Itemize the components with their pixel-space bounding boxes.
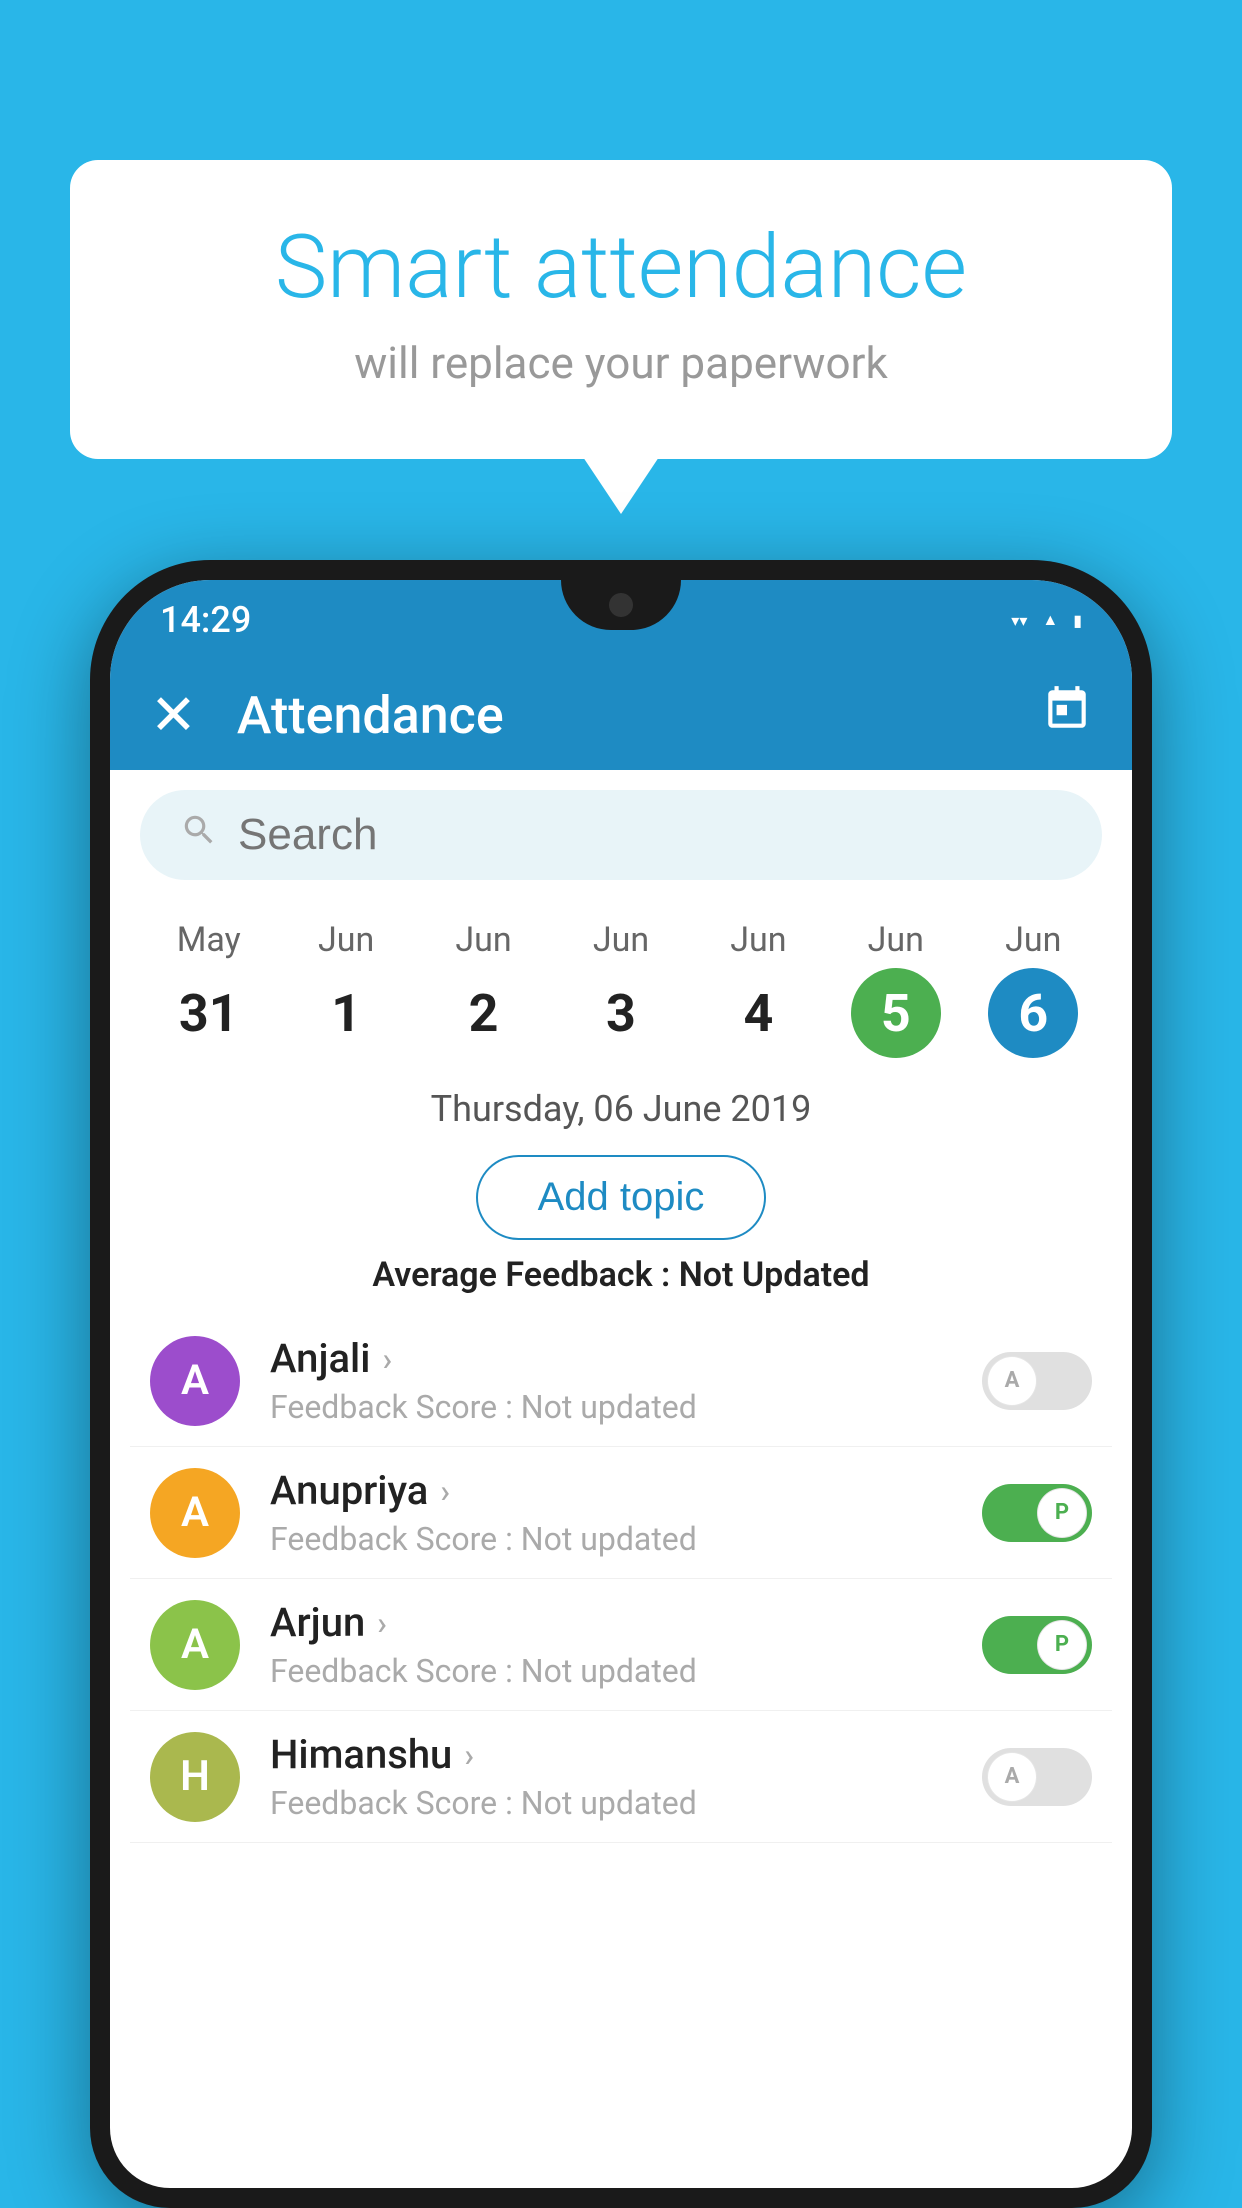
date-day[interactable]: 6: [988, 968, 1078, 1058]
date-col[interactable]: May 31: [164, 920, 254, 1058]
date-month: Jun: [455, 920, 511, 960]
feedback-score: Feedback Score : Not updated: [270, 1388, 982, 1426]
selected-date-label: Thursday, 06 June 2019: [110, 1078, 1132, 1140]
feedback-score: Feedback Score : Not updated: [270, 1784, 982, 1822]
status-bar: 14:29 ▾▾ ▲ ▮: [110, 580, 1132, 660]
search-input[interactable]: [238, 810, 1062, 860]
date-day[interactable]: 5: [851, 968, 941, 1058]
feedback-score: Feedback Score : Not updated: [270, 1520, 982, 1558]
wifi-icon: ▾▾: [1011, 611, 1027, 630]
add-topic-button[interactable]: Add topic: [476, 1155, 767, 1240]
date-col[interactable]: Jun 2: [439, 920, 529, 1058]
bubble-subtitle: will replace your paperwork: [150, 337, 1092, 389]
list-item[interactable]: A Arjun › Feedback Score : Not updated P: [130, 1579, 1112, 1711]
date-col[interactable]: Jun 5: [851, 920, 941, 1058]
student-name: Anjali ›: [270, 1335, 982, 1382]
student-name: Anupriya ›: [270, 1467, 982, 1514]
date-month: May: [177, 920, 241, 960]
chevron-icon: ›: [464, 1736, 474, 1774]
toggle-knob: A: [987, 1752, 1037, 1802]
signal-icon: ▲: [1042, 610, 1058, 630]
search-icon: [180, 811, 218, 860]
phone-frame: 14:29 ▾▾ ▲ ▮ ✕ Attendance: [90, 560, 1152, 2208]
date-day[interactable]: 2: [439, 968, 529, 1058]
student-info: Anupriya › Feedback Score : Not updated: [270, 1467, 982, 1558]
chevron-icon: ›: [440, 1472, 450, 1510]
student-info: Arjun › Feedback Score : Not updated: [270, 1599, 982, 1690]
date-day[interactable]: 1: [301, 968, 391, 1058]
attendance-toggle[interactable]: P: [982, 1484, 1092, 1542]
close-button[interactable]: ✕: [150, 682, 197, 748]
avg-feedback-value: Not Updated: [679, 1255, 870, 1295]
date-month: Jun: [1005, 920, 1061, 960]
avg-feedback: Average Feedback : Not Updated: [110, 1255, 1132, 1295]
date-month: Jun: [868, 920, 924, 960]
notch: [561, 580, 681, 630]
avatar: A: [150, 1336, 240, 1426]
student-name: Himanshu ›: [270, 1731, 982, 1778]
date-month: Jun: [593, 920, 649, 960]
avg-feedback-label: Average Feedback :: [372, 1255, 670, 1295]
attendance-toggle[interactable]: P: [982, 1616, 1092, 1674]
camera-dot: [609, 593, 633, 617]
speech-bubble: Smart attendance will replace your paper…: [70, 160, 1172, 459]
search-container[interactable]: [140, 790, 1102, 880]
list-item[interactable]: AAnjali ›Feedback Score : Not updatedA: [130, 1315, 1112, 1447]
date-col[interactable]: Jun 6: [988, 920, 1078, 1058]
date-col[interactable]: Jun 3: [576, 920, 666, 1058]
toggle-knob: P: [1037, 1620, 1087, 1670]
date-day[interactable]: 3: [576, 968, 666, 1058]
attendance-toggle[interactable]: A: [982, 1748, 1092, 1806]
chevron-icon: ›: [382, 1340, 392, 1378]
student-list: AAnjali ›Feedback Score : Not updatedAAA…: [110, 1315, 1132, 1843]
battery-icon: ▮: [1073, 611, 1082, 630]
phone-inner: 14:29 ▾▾ ▲ ▮ ✕ Attendance: [110, 580, 1132, 2188]
student-name: Arjun ›: [270, 1599, 982, 1646]
list-item[interactable]: A Anupriya › Feedback Score : Not updated P: [130, 1447, 1112, 1579]
date-day[interactable]: 31: [164, 968, 254, 1058]
date-month: Jun: [730, 920, 786, 960]
list-item[interactable]: H Himanshu › Feedback Score : Not updatedA: [130, 1711, 1112, 1843]
attendance-toggle[interactable]: A: [982, 1352, 1092, 1410]
avatar: A: [150, 1600, 240, 1690]
chevron-icon: ›: [377, 1604, 387, 1642]
status-icons: ▾▾ ▲ ▮: [1011, 610, 1082, 630]
bubble-title: Smart attendance: [150, 220, 1092, 317]
calendar-icon[interactable]: [1042, 684, 1092, 746]
app-bar-title: Attendance: [237, 685, 1042, 746]
toggle-knob: P: [1037, 1488, 1087, 1538]
avatar: H: [150, 1732, 240, 1822]
toggle-knob: A: [987, 1356, 1037, 1406]
date-month: Jun: [318, 920, 374, 960]
date-strip: May 31 Jun 1 Jun 2 Jun 3 Jun 4 Jun 5 Jun 6: [110, 900, 1132, 1058]
avatar: A: [150, 1468, 240, 1558]
speech-bubble-container: Smart attendance will replace your paper…: [70, 160, 1172, 459]
student-info: Anjali › Feedback Score : Not updated: [270, 1335, 982, 1426]
student-info: Himanshu › Feedback Score : Not updated: [270, 1731, 982, 1822]
date-col[interactable]: Jun 1: [301, 920, 391, 1058]
app-bar: ✕ Attendance: [110, 660, 1132, 770]
date-day[interactable]: 4: [713, 968, 803, 1058]
status-time: 14:29: [160, 599, 251, 641]
date-col[interactable]: Jun 4: [713, 920, 803, 1058]
feedback-score: Feedback Score : Not updated: [270, 1652, 982, 1690]
